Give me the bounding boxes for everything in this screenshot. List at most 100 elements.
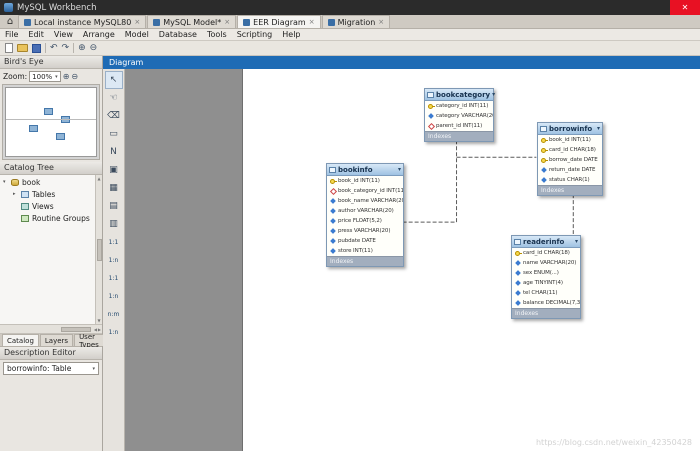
layer-tool[interactable]: ▭ [105, 125, 123, 143]
pointer-tool[interactable]: ↖ [105, 71, 123, 89]
rel-existing-columns-tool[interactable]: 1:n [105, 323, 123, 341]
menu-file[interactable]: File [0, 30, 23, 39]
table-readerinfo[interactable]: readerinfo▾card_id CHAR(18)name VARCHAR(… [511, 235, 581, 319]
column-row[interactable]: balance DECIMAL(7,3) [512, 298, 580, 308]
eraser-tool[interactable]: ⌫ [105, 107, 123, 125]
description-object-select[interactable]: borrowinfo: Table [3, 362, 99, 375]
tab-user-types[interactable]: User Types [74, 334, 104, 346]
column-row[interactable]: price FLOAT(5,2) [327, 216, 403, 226]
collapse-arrow-icon[interactable]: ▾ [398, 166, 401, 173]
expander-icon[interactable]: ▾ [3, 179, 8, 185]
column-row[interactable]: author VARCHAR(20) [327, 206, 403, 216]
new-document-icon[interactable] [5, 43, 13, 53]
rel-1-n-non-identifying-tool[interactable]: 1:n [105, 251, 123, 269]
collapse-arrow-icon[interactable]: ▾ [597, 125, 600, 132]
indexes-bar[interactable]: Indexes [512, 308, 580, 318]
column-row[interactable]: name VARCHAR(20) [512, 258, 580, 268]
rel-1-1-non-identifying-tool[interactable]: 1:1 [105, 233, 123, 251]
rel-1-n-identifying-tool[interactable]: 1:n [105, 287, 123, 305]
redo-icon[interactable]: ↷ [62, 43, 70, 53]
column-row[interactable]: book_name VARCHAR(20) [327, 196, 403, 206]
indexes-bar[interactable]: Indexes [425, 131, 493, 141]
routine-group-tool[interactable]: ▥ [105, 215, 123, 233]
scroll-left-icon[interactable]: ◀ [94, 327, 97, 332]
menu-edit[interactable]: Edit [23, 30, 49, 39]
diagram-canvas[interactable]: https://blog.csdn.net/weixin_42350428 bo… [125, 69, 700, 451]
column-row[interactable]: category_id INT(11) [425, 101, 493, 111]
scroll-right-icon[interactable]: ▶ [98, 327, 101, 332]
menu-help[interactable]: Help [277, 30, 305, 39]
image-tool[interactable]: ▣ [105, 161, 123, 179]
table-header[interactable]: readerinfo▾ [512, 236, 580, 248]
column-row[interactable]: pubdate DATE [327, 236, 403, 246]
column-row[interactable]: sex ENUM(...) [512, 268, 580, 278]
zoom-level-select[interactable]: 100% [29, 71, 61, 82]
tab-migration[interactable]: Migration × [322, 15, 391, 28]
window-close-button[interactable]: ✕ [670, 0, 700, 15]
tree-node-book[interactable]: ▾ book [0, 176, 95, 188]
column-row[interactable]: category VARCHAR(20) [425, 111, 493, 121]
zoom-in-icon[interactable]: ⊕ [78, 43, 86, 53]
undo-icon[interactable]: ↶ [50, 43, 58, 53]
table-bookinfo[interactable]: bookinfo▾book_id INT(11)book_category_id… [326, 163, 404, 267]
scroll-thumb[interactable] [61, 327, 91, 332]
tab-close-icon[interactable]: × [134, 18, 140, 26]
tab-eer-diagram[interactable]: EER Diagram × [237, 15, 320, 28]
tree-node-tables[interactable]: ▸ Tables [0, 188, 95, 200]
indexes-bar[interactable]: Indexes [327, 256, 403, 266]
column-row[interactable]: age TINYINT(4) [512, 278, 580, 288]
rel-1-1-identifying-tool[interactable]: 1:1 [105, 269, 123, 287]
text-tool[interactable]: N [105, 143, 123, 161]
menu-model[interactable]: Model [120, 30, 154, 39]
diagram-tab-header[interactable]: Diagram [103, 56, 700, 69]
tree-node-routine-groups[interactable]: Routine Groups [0, 212, 95, 224]
zoom-in-icon[interactable]: ⊕ [63, 72, 70, 81]
zoom-out-icon[interactable]: ⊖ [90, 43, 98, 53]
tab-local-instance[interactable]: Local instance MySQL80 × [18, 15, 146, 28]
tab-close-icon[interactable]: × [309, 18, 315, 26]
column-row[interactable]: store INT(11) [327, 246, 403, 256]
scroll-thumb[interactable] [97, 239, 102, 261]
column-row[interactable]: status CHAR(1) [538, 175, 602, 185]
tab-catalog[interactable]: Catalog [2, 334, 39, 346]
view-tool[interactable]: ▤ [105, 197, 123, 215]
scroll-down-icon[interactable]: ▼ [97, 318, 100, 323]
column-row[interactable]: book_id INT(11) [327, 176, 403, 186]
zoom-out-icon[interactable]: ⊖ [71, 72, 78, 81]
menu-tools[interactable]: Tools [202, 30, 232, 39]
column-row[interactable]: parent_id INT(11) [425, 121, 493, 131]
table-borrowinfo[interactable]: borrowinfo▾book_id INT(11)card_id CHAR(1… [537, 122, 603, 196]
tab-mysql-model[interactable]: MySQL Model* × [147, 15, 236, 28]
birds-eye-minimap[interactable] [2, 84, 100, 160]
collapse-arrow-icon[interactable]: ▾ [492, 91, 495, 98]
scroll-up-icon[interactable]: ▲ [97, 176, 100, 181]
column-row[interactable]: return_date DATE [538, 165, 602, 175]
column-row[interactable]: press VARCHAR(20) [327, 226, 403, 236]
tree-node-views[interactable]: Views [0, 200, 95, 212]
diagram-page[interactable]: https://blog.csdn.net/weixin_42350428 bo… [242, 69, 700, 451]
table-bookcategory[interactable]: bookcategory▾category_id INT(11)category… [424, 88, 494, 142]
column-row[interactable]: book_category_id INT(11) [327, 186, 403, 196]
menu-arrange[interactable]: Arrange [78, 30, 120, 39]
expander-icon[interactable]: ▸ [13, 191, 18, 197]
rel-n-m-identifying-tool[interactable]: n:m [105, 305, 123, 323]
column-row[interactable]: card_id CHAR(18) [512, 248, 580, 258]
column-row[interactable]: borrow_date DATE [538, 155, 602, 165]
save-model-icon[interactable] [32, 44, 41, 53]
collapse-arrow-icon[interactable]: ▾ [575, 238, 578, 245]
table-tool[interactable]: ▦ [105, 179, 123, 197]
column-row[interactable]: tel CHAR(11) [512, 288, 580, 298]
column-row[interactable]: card_id CHAR(18) [538, 145, 602, 155]
hand-tool[interactable]: ☜ [105, 89, 123, 107]
tab-close-icon[interactable]: × [224, 18, 230, 26]
column-row[interactable]: book_id INT(11) [538, 135, 602, 145]
tab-layers[interactable]: Layers [40, 334, 73, 346]
table-header[interactable]: bookcategory▾ [425, 89, 493, 101]
menu-database[interactable]: Database [154, 30, 202, 39]
indexes-bar[interactable]: Indexes [538, 185, 602, 195]
home-tab-icon[interactable]: ⌂ [2, 15, 18, 28]
tree-vertical-scrollbar[interactable]: ▲ ▼ [95, 175, 102, 324]
table-header[interactable]: borrowinfo▾ [538, 123, 602, 135]
menu-view[interactable]: View [49, 30, 78, 39]
tab-close-icon[interactable]: × [378, 18, 384, 26]
